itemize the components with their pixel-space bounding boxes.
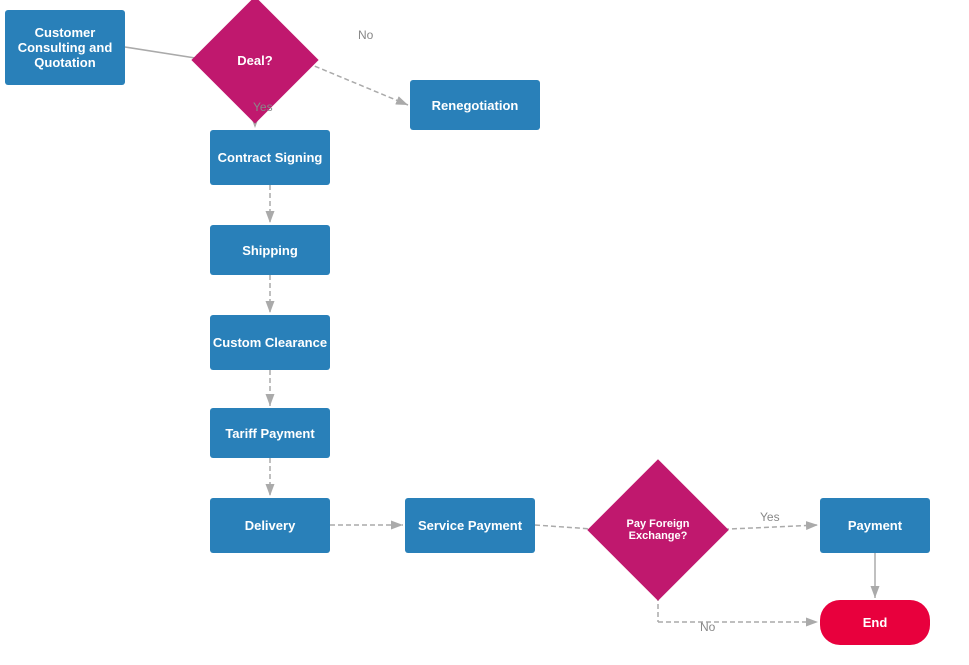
renegotiation-label: Renegotiation: [432, 98, 519, 113]
tariff-payment-node: Tariff Payment: [210, 408, 330, 458]
yes-deal-label: Yes: [253, 100, 273, 114]
pay-foreign-exchange-node: Pay Foreign Exchange?: [587, 459, 728, 600]
customer-consulting-label: Customer Consulting and Quotation: [5, 25, 125, 70]
yes-foreign-label: Yes: [760, 510, 780, 524]
payment-node: Payment: [820, 498, 930, 553]
custom-clearance-node: Custom Clearance: [210, 315, 330, 370]
contract-signing-node: Contract Signing: [210, 130, 330, 185]
deal-label: Deal?: [210, 15, 300, 105]
contract-signing-label: Contract Signing: [218, 150, 323, 165]
service-payment-label: Service Payment: [418, 518, 522, 533]
delivery-node: Delivery: [210, 498, 330, 553]
pay-foreign-exchange-label: Pay Foreign Exchange?: [608, 480, 708, 580]
no-foreign-label: No: [700, 620, 715, 634]
service-payment-node: Service Payment: [405, 498, 535, 553]
customer-consulting-node: Customer Consulting and Quotation: [5, 10, 125, 85]
shipping-node: Shipping: [210, 225, 330, 275]
shipping-label: Shipping: [242, 243, 298, 258]
delivery-label: Delivery: [245, 518, 296, 533]
end-node: End: [820, 600, 930, 645]
tariff-payment-label: Tariff Payment: [225, 426, 314, 441]
renegotiation-node: Renegotiation: [410, 80, 540, 130]
payment-label: Payment: [848, 518, 902, 533]
custom-clearance-label: Custom Clearance: [213, 335, 327, 350]
no-deal-label: No: [358, 28, 373, 42]
end-label: End: [863, 615, 888, 630]
